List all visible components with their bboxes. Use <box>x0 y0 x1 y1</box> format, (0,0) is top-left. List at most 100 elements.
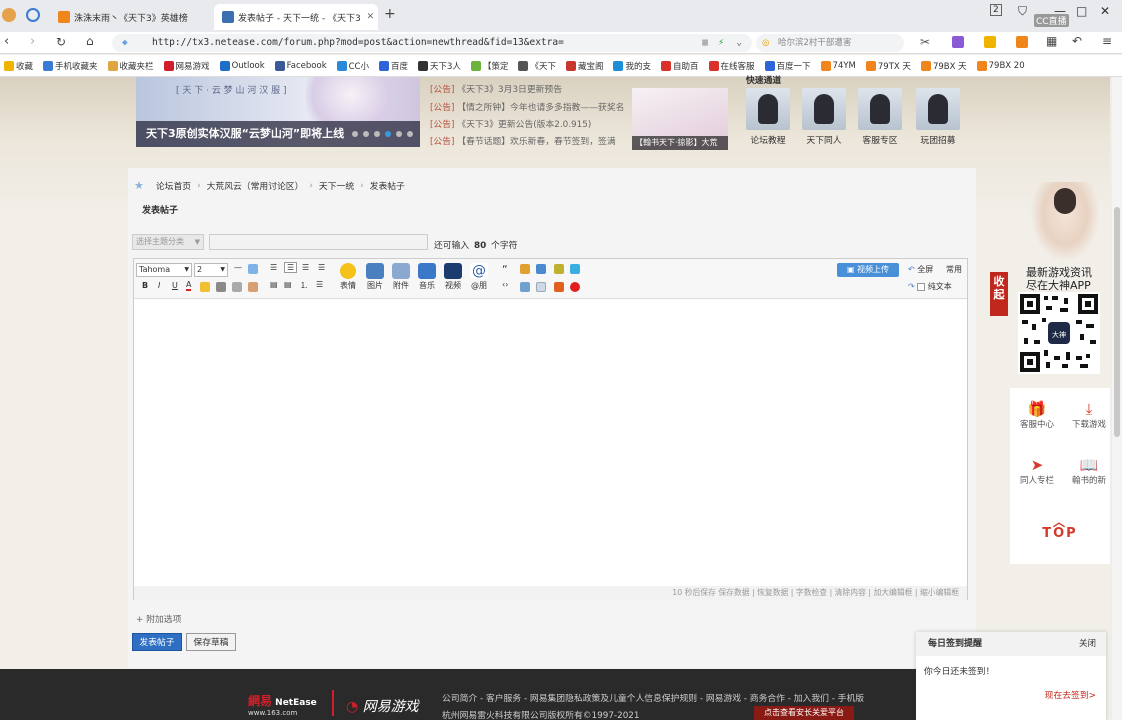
image-button[interactable]: 图片 <box>364 263 386 291</box>
highlight-icon[interactable] <box>200 282 210 292</box>
bookmark-item[interactable]: 【策定 <box>470 60 508 72</box>
attachment-button[interactable]: 附件 <box>390 263 412 291</box>
bookmark-item[interactable]: Outlook <box>219 60 265 71</box>
extension-shield-icon[interactable] <box>984 36 996 48</box>
bookmark-item[interactable]: 收藏 <box>4 60 33 72</box>
notice-item[interactable]: [公告] 【春节话题】欢乐新春，春节签到，签满 <box>430 134 616 147</box>
bookmark-item[interactable]: 《天下 <box>518 60 556 72</box>
category-select[interactable]: 选择主题分类 ▼ <box>132 234 204 250</box>
free-content-icon[interactable] <box>536 264 546 274</box>
bookmark-item[interactable]: 天下3人 <box>418 60 461 72</box>
table-icon[interactable] <box>248 264 258 274</box>
scissors-icon[interactable]: ✂ <box>920 35 930 49</box>
emoji-button[interactable]: 表情 <box>338 263 358 291</box>
save-draft-button[interactable]: 保存草稿 <box>186 633 236 651</box>
reload-icon[interactable]: ↻ <box>56 35 66 49</box>
lock-icon[interactable] <box>520 264 530 274</box>
fullscreen-button[interactable]: ↶ 全屏 <box>908 264 933 275</box>
checkin-close-button[interactable]: 关闭 <box>1079 632 1096 656</box>
apps-grid-icon[interactable]: ▦ <box>1046 34 1057 48</box>
extension-purple-icon[interactable] <box>952 36 964 48</box>
shirt-icon[interactable]: ⛉ <box>1018 4 1027 19</box>
bookmark-item[interactable]: 收藏夹栏 <box>107 60 154 72</box>
align-justify-icon[interactable]: ☰ <box>284 262 298 273</box>
bookmark-item[interactable]: 79BX 天 <box>920 60 967 72</box>
plain-text-toggle[interactable]: ↷ 纯文本 <box>908 281 952 292</box>
notice-item[interactable]: [公告] 《天下3》更新公告(版本2.0.915) <box>430 117 591 130</box>
quick-link-service[interactable]: 客服专区 <box>858 88 902 146</box>
common-button[interactable]: 常用 <box>946 264 962 275</box>
search-box[interactable]: ◎ 哈尔滨2村干部遭害 <box>756 34 904 52</box>
carousel-dot[interactable] <box>407 131 413 137</box>
bold-button[interactable]: B <box>142 281 148 290</box>
font-color-icon[interactable]: A <box>186 280 192 291</box>
music-button[interactable]: 音乐 <box>416 263 438 291</box>
quick-link-tutorial[interactable]: 论坛教程 <box>746 88 790 146</box>
netease-logo[interactable]: 網易 NetEase www.163.com <box>248 692 317 717</box>
back-to-top-button[interactable]: ︿ TOP <box>1010 506 1110 564</box>
bookmark-item[interactable]: CC小 <box>336 60 369 72</box>
page-scrollbar[interactable] <box>1112 77 1122 720</box>
underline-button[interactable]: U <box>172 281 178 290</box>
bookmark-item[interactable]: 79BX 20 <box>976 60 1025 71</box>
align-left-icon[interactable]: ☰ <box>270 263 277 272</box>
bookmark-item[interactable]: 藏宝阁 <box>565 60 603 72</box>
italic-button[interactable]: I <box>158 281 160 290</box>
notice-thumbnail[interactable]: 【翰书天下·掠影】大荒 <box>632 88 728 150</box>
carousel-dot[interactable] <box>363 131 369 137</box>
unlink-icon[interactable] <box>232 282 242 292</box>
menu-icon[interactable]: ≡ <box>1102 34 1112 48</box>
mention-button[interactable]: @ @朋 <box>468 263 490 291</box>
bookmark-item[interactable]: 79TX 天 <box>865 60 911 72</box>
bookmark-item[interactable]: 在线客服 <box>708 60 755 72</box>
navigation-icon[interactable] <box>26 8 40 22</box>
url-field[interactable]: ◆ http://tx3.netease.com/forum.php?mod=p… <box>112 34 752 52</box>
float-left-icon[interactable]: ▤ <box>270 280 278 289</box>
bookmark-item[interactable]: 我的支 <box>613 60 651 72</box>
breadcrumb-discussion[interactable]: 大荒风云（常用讨论区） <box>207 179 304 192</box>
tab-count-badge[interactable]: 2 <box>990 4 1002 16</box>
bookmark-item[interactable]: 百度一下 <box>764 60 811 72</box>
index-icon[interactable] <box>536 282 546 292</box>
home-icon[interactable]: ⌂ <box>86 34 94 48</box>
carousel-dot[interactable] <box>352 131 358 137</box>
scrollbar-thumb[interactable] <box>1114 207 1120 437</box>
fan-column-link[interactable]: ➤ 同人专栏 <box>1012 456 1062 486</box>
title-input[interactable] <box>209 234 428 250</box>
profile-avatar[interactable] <box>2 8 16 22</box>
quote-icon[interactable]: “ <box>502 263 508 276</box>
grid-icon[interactable]: ▦ <box>702 34 708 52</box>
bookmark-item[interactable]: 手机收藏夹 <box>43 60 98 72</box>
horizontal-rule-icon[interactable]: — <box>234 263 242 272</box>
video-button[interactable]: 视频 <box>442 263 464 291</box>
flash-icon[interactable] <box>554 282 564 292</box>
carousel-dot[interactable] <box>374 131 380 137</box>
maximize-button[interactable]: □ <box>1076 4 1087 18</box>
float-right-icon[interactable]: ▤ <box>284 280 292 289</box>
quick-link-fanart[interactable]: 天下同人 <box>802 88 846 146</box>
carousel-dot[interactable] <box>385 131 391 137</box>
tab-new-thread[interactable]: 发表帖子 - 天下一统 - 《天下3 ✕ <box>214 4 378 30</box>
submit-post-button[interactable]: 发表帖子 <box>132 633 182 651</box>
close-window-button[interactable]: ✕ <box>1100 4 1110 18</box>
netease-games-logo[interactable]: ◔ 网易游戏 <box>346 696 419 716</box>
back-icon[interactable]: ‹ <box>4 34 9 49</box>
page-break-icon[interactable] <box>520 282 530 292</box>
chevron-down-icon[interactable]: ⌄ <box>736 34 742 52</box>
minimize-button[interactable]: — <box>1054 4 1066 18</box>
news-link[interactable]: 📖 翰书的新 <box>1064 456 1114 486</box>
banner-carousel[interactable]: [ 天 下 · 云 梦 山 河 汉 服 ] 天下3原创实体汉服“云梦山河”即将上… <box>136 77 420 147</box>
new-tab-button[interactable]: + <box>384 6 396 22</box>
download-game-link[interactable]: ⤓ 下载游戏 <box>1064 400 1114 430</box>
carousel-dot[interactable] <box>396 131 402 137</box>
download-icon[interactable] <box>570 264 580 274</box>
font-size-select[interactable]: 2 ▼ <box>194 263 228 277</box>
footer-links[interactable]: 公司简介 - 客户服务 - 网易集团隐私政策及儿童个人信息保护规则 - 网易游戏… <box>442 691 864 704</box>
notice-item[interactable]: [公告] 【情之所钟】今年也请多多指教——获奖名 <box>430 100 624 113</box>
collapse-side-tab[interactable]: 收起 <box>990 272 1008 316</box>
footer-care-banner[interactable]: 点击查看安长关爱平台 <box>754 706 854 720</box>
lightning-icon[interactable]: ⚡ <box>718 34 724 52</box>
tab-close-icon[interactable]: ✕ <box>367 12 375 22</box>
ordered-list-icon[interactable]: ⒈ <box>300 280 308 291</box>
align-right-icon[interactable]: ☰ <box>318 263 325 272</box>
